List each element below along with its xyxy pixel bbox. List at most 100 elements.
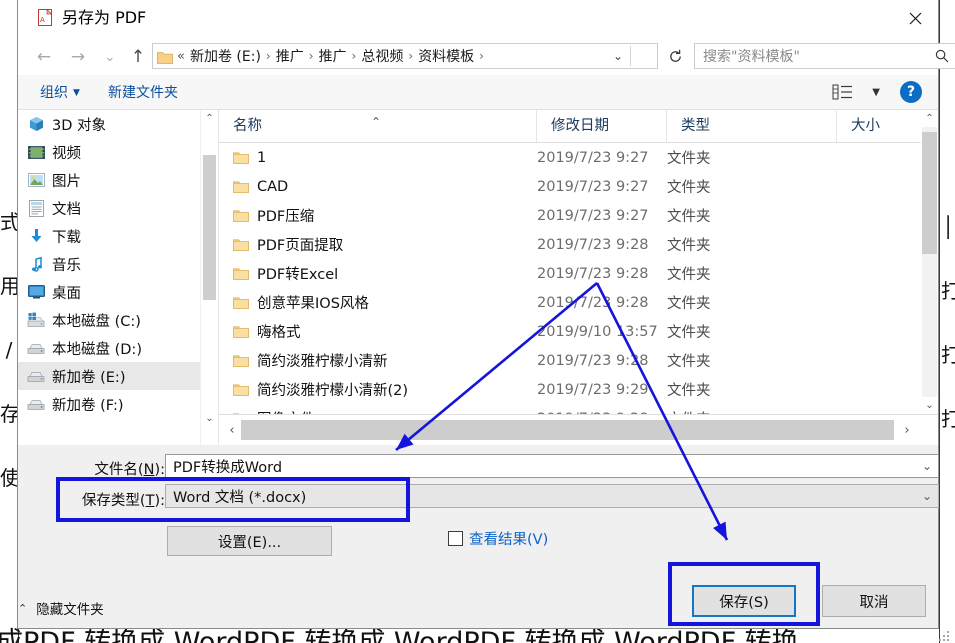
up-icon[interactable]: ↑ [126, 45, 150, 69]
documents-icon [26, 199, 46, 217]
view-list-icon[interactable] [832, 83, 854, 101]
file-name-cell: PDF压缩 [219, 205, 537, 226]
sidebar-item-3[interactable]: 文档 [18, 194, 218, 222]
navigation-sidebar: 3D 对象 视频图片文档 下载 音乐 桌面 本地磁盘 (C:) 本地磁盘 (D:) 新加卷 (… [18, 110, 218, 445]
table-row[interactable]: 嗨格式 2019/9/10 13:57 文件夹 [219, 317, 938, 346]
folder-icon [233, 296, 249, 310]
back-icon[interactable]: ← [32, 45, 56, 69]
toolbar: 组织 ▼ 新建文件夹 ▼ ? [18, 75, 938, 110]
sort-ascending-icon: ⌃ [371, 115, 382, 129]
folder-icon [233, 209, 249, 223]
file-date-cell: 2019/7/23 9:28 [537, 352, 649, 369]
table-row[interactable]: 简约淡雅柠檬小清新 2019/7/23 9:28 文件夹 [219, 346, 938, 375]
close-icon[interactable] [892, 0, 938, 37]
checkbox-box[interactable] [448, 531, 463, 546]
file-name-cell: PDF页面提取 [219, 234, 537, 255]
filename-label: 文件名(N): [94, 462, 165, 478]
scroll-down-icon[interactable]: ⌄ [201, 410, 218, 427]
save-button[interactable]: 保存(S) [692, 585, 796, 617]
table-row[interactable]: PDF压缩 2019/7/23 9:27 文件夹 [219, 201, 938, 230]
column-header-type[interactable]: 类型 [667, 110, 837, 142]
savetype-select[interactable]: Word 文档 (*.docx) ⌄ [165, 484, 939, 508]
address-bar[interactable]: « 新加卷 (E:) › 推广 › 推广 › 总视频 › 资料模板 › ⌄ [152, 43, 658, 69]
scroll-right-icon[interactable]: › [898, 419, 916, 441]
sidebar-item-6[interactable]: 桌面 [18, 278, 218, 306]
folder-icon [157, 49, 173, 64]
scroll-up-icon[interactable]: ⌃ [921, 110, 938, 127]
table-row[interactable]: CAD 2019/7/23 9:27 文件夹 [219, 172, 938, 201]
sidebar-scroll-thumb[interactable] [203, 155, 216, 300]
file-name-cell: 简约淡雅柠檬小清新 [219, 350, 537, 371]
sidebar-item-label: 本地磁盘 (D:) [52, 341, 142, 358]
cancel-button[interactable]: 取消 [822, 585, 926, 617]
search-placeholder: 搜索"资料模板" [703, 49, 800, 65]
folder-icon [233, 180, 249, 194]
breadcrumb-item-3[interactable]: 总视频 [361, 46, 403, 66]
sidebar-item-5[interactable]: 音乐 [18, 250, 218, 278]
file-name-cell: CAD [219, 179, 537, 195]
dialog-titlebar: A 另存为 PDF [18, 0, 938, 37]
forward-icon[interactable]: → [66, 45, 90, 69]
column-header-date[interactable]: 修改日期 [537, 110, 667, 142]
screen-root: 式 用 / 存 使 │ 打 打 打 成PDF 转换成 WordPDF 转换成 W… [0, 0, 955, 643]
view-chevron-down-icon[interactable]: ▼ [872, 87, 880, 98]
sidebar-item-0[interactable]: 3D 对象 [18, 110, 218, 138]
savetype-label: 保存类型(T): [81, 493, 165, 509]
settings-button[interactable]: 设置(E)... [167, 526, 332, 556]
sidebar-item-7[interactable]: 本地磁盘 (C:) [18, 306, 218, 334]
address-overflow-chevron[interactable]: « [177, 49, 185, 64]
scroll-left-icon[interactable]: ‹ [223, 419, 241, 441]
column-header-name[interactable]: 名称 ⌃ [219, 110, 537, 142]
file-name-cell: 创意苹果IOS风格 [219, 292, 537, 313]
bg-char: / [5, 338, 13, 362]
breadcrumb-item-2[interactable]: 推广 [319, 46, 347, 66]
file-list-horizontal-scrollbar[interactable]: ‹ › [219, 414, 938, 445]
file-name-label: 1 [257, 149, 267, 166]
refresh-icon[interactable] [663, 44, 687, 68]
file-name-cell: 嗨格式 [219, 321, 537, 342]
table-row[interactable]: PDF页面提取 2019/7/23 9:28 文件夹 [219, 230, 938, 259]
navigation-row: ← → ⌄ ↑ « 新加卷 (E:) › 推广 › 推广 › 总视频 › 资料模… [18, 37, 955, 75]
organize-button[interactable]: 组织 ▼ [40, 82, 80, 102]
filename-input[interactable]: PDF转换成Word ⌄ [165, 454, 939, 478]
chevron-down-icon[interactable]: ⌄ [922, 459, 932, 473]
help-button[interactable]: ? [900, 81, 922, 103]
sidebar-scrollbar[interactable]: ⌃ ⌄ [200, 110, 218, 445]
breadcrumb-item-4[interactable]: 资料模板 [418, 46, 474, 66]
table-row[interactable]: 简约淡雅柠檬小清新(2) 2019/7/23 9:29 文件夹 [219, 375, 938, 404]
sidebar-item-4[interactable]: 下载 [18, 222, 218, 250]
folder-icon [233, 383, 249, 397]
sidebar-item-10[interactable]: 新加卷 (F:) [18, 390, 218, 418]
table-row[interactable]: 创意苹果IOS风格 2019/7/23 9:28 文件夹 [219, 288, 938, 317]
search-icon[interactable] [929, 49, 955, 63]
sidebar-item-8[interactable]: 本地磁盘 (D:) [18, 334, 218, 362]
sidebar-item-label: 图片 [52, 173, 81, 190]
chevron-down-icon[interactable]: ⌄ [922, 489, 932, 503]
sidebar-item-2[interactable]: 图片 [18, 166, 218, 194]
background-left-column: 式 用 / 存 使 [0, 190, 20, 510]
file-date-cell: 2019/7/23 9:28 [537, 294, 649, 311]
breadcrumb-item-1[interactable]: 推广 [276, 46, 304, 66]
view-result-checkbox[interactable]: 查看结果(V) [448, 528, 548, 549]
table-row[interactable]: PDF转Excel 2019/7/23 9:28 文件夹 [219, 259, 938, 288]
search-input[interactable]: 搜索"资料模板" [694, 43, 955, 69]
hscroll-thumb[interactable] [241, 420, 894, 440]
file-date-cell: 2019/7/23 9:27 [537, 207, 649, 224]
organize-label: 组织 [40, 85, 68, 101]
scroll-thumb[interactable] [922, 132, 937, 254]
file-list-vertical-scrollbar[interactable]: ⌃ ⌄ [921, 110, 938, 414]
file-date-cell: 2019/9/10 13:57 [537, 323, 658, 340]
dialog-body: 3D 对象 视频图片文档 下载 音乐 桌面 本地磁盘 (C:) 本地磁盘 (D:) 新加卷 (… [18, 110, 938, 445]
chevron-down-icon[interactable]: ⌄ [607, 44, 629, 68]
sidebar-item-9[interactable]: 新加卷 (E:) [18, 362, 218, 390]
column-header-size[interactable]: 大小 [837, 110, 909, 142]
scroll-up-icon[interactable]: ⌃ [201, 110, 218, 127]
resize-grip-icon[interactable] [939, 628, 951, 641]
table-row[interactable]: 1 2019/7/23 9:27 文件夹 [219, 143, 938, 172]
new-folder-button[interactable]: 新建文件夹 [108, 82, 178, 102]
recent-locations-icon[interactable]: ⌄ [98, 45, 122, 69]
hide-folders-toggle[interactable]: ⌃ 隐藏文件夹 [18, 598, 104, 619]
sidebar-item-1[interactable]: 视频 [18, 138, 218, 166]
breadcrumb-item-0[interactable]: 新加卷 (E:) [190, 46, 261, 66]
scroll-down-icon[interactable]: ⌄ [921, 397, 938, 414]
